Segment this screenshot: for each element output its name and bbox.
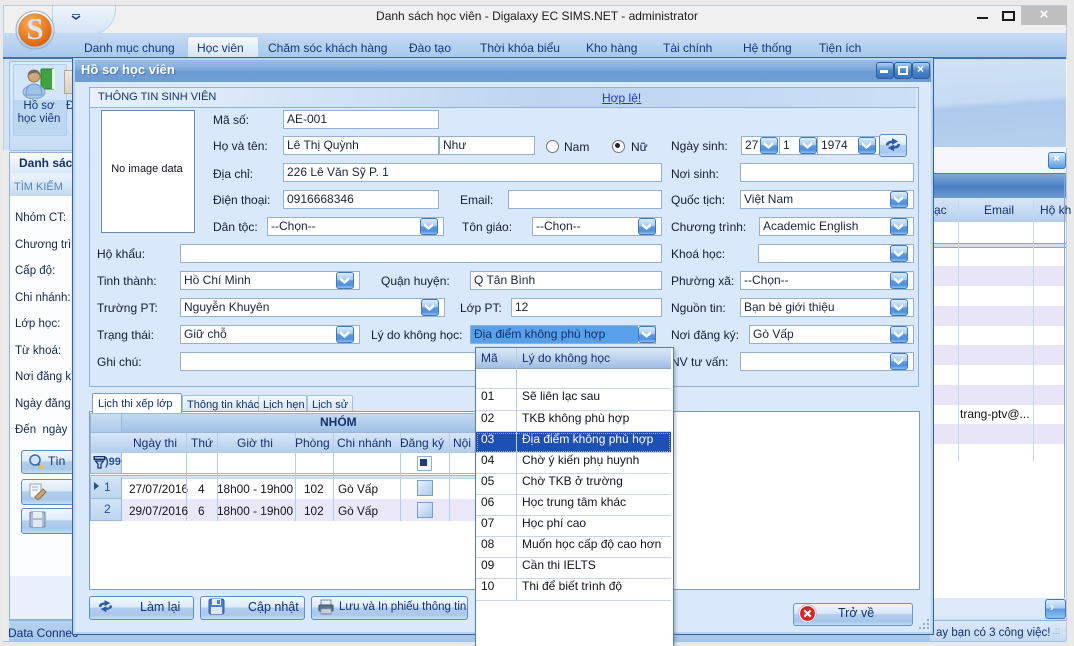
svg-text:S: S — [26, 11, 43, 46]
